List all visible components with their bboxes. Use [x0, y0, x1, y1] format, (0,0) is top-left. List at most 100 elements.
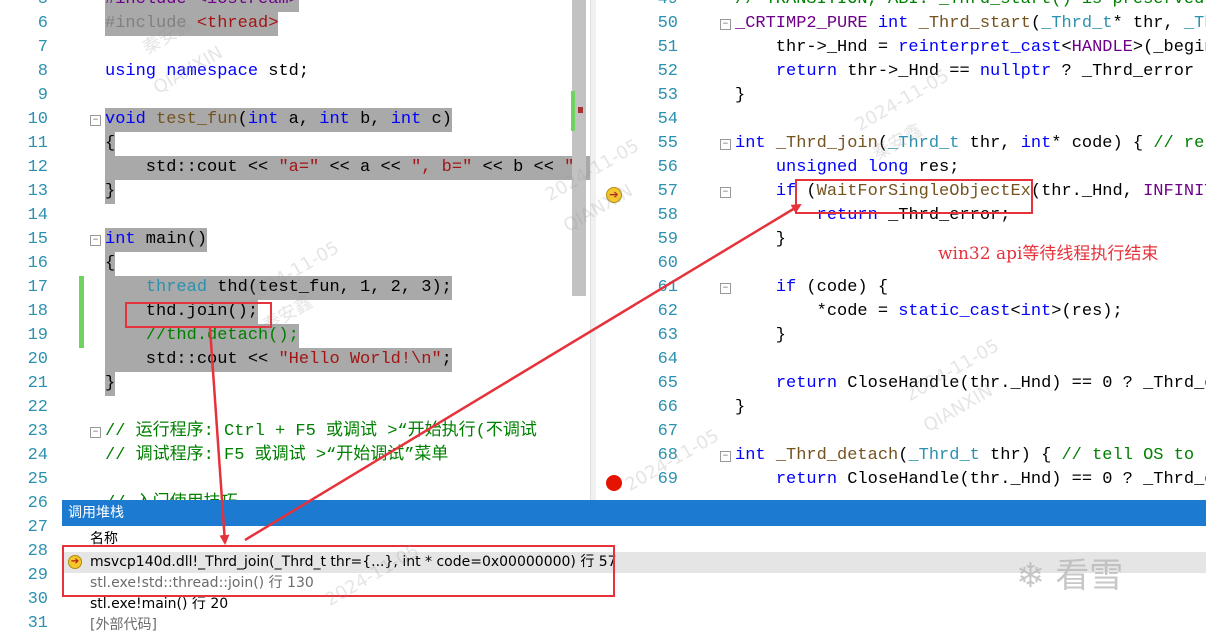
code-line[interactable]: 12 std::cout << "a=" << a << ", b=" << b…: [0, 156, 590, 180]
code-line[interactable]: 53}: [596, 84, 1206, 108]
line-number: 68: [657, 446, 678, 465]
code-line[interactable]: 13}: [0, 180, 590, 204]
current-statement-arrow-icon[interactable]: ➔: [606, 187, 622, 203]
fold-toggle-icon[interactable]: −: [720, 451, 731, 462]
code-line[interactable]: 18 thd.join();: [0, 300, 590, 324]
code-line[interactable]: 5 #include <iostream>: [0, 0, 590, 12]
left-editor-scrollbar[interactable]: [572, 0, 586, 296]
code-token: <thread>: [196, 14, 279, 33]
left-change-marker: [571, 91, 575, 131]
code-line[interactable]: 61 if (code) {−: [596, 276, 1206, 300]
code-line[interactable]: 69 return CloseHandle(thr._Hnd) == 0 ? _…: [596, 468, 1206, 492]
code-line[interactable]: 67: [596, 420, 1206, 444]
code-text: thread thd(test_fun, 1, 2, 3);: [105, 276, 452, 300]
code-token: test_fun: [156, 110, 238, 129]
code-line[interactable]: 14: [0, 204, 590, 228]
code-line[interactable]: 64: [596, 348, 1206, 372]
code-line[interactable]: 49 // TRANSITION, ABI: _Thrd_start() is p…: [596, 0, 1206, 12]
fold-toggle-icon[interactable]: −: [90, 235, 101, 246]
code-token: CloseHandle(thr._Hnd) == 0 ? _Thrd_err: [837, 374, 1206, 393]
line-number: 65: [657, 374, 678, 393]
code-token: thr,: [959, 134, 1021, 153]
fold-toggle-icon[interactable]: −: [90, 427, 101, 438]
call-stack-frame[interactable]: stl.exe!main() 行 20: [62, 594, 1206, 615]
line-number: 25: [27, 470, 48, 489]
code-line[interactable]: 10 void test_fun(int a, int b, int c) −: [0, 108, 590, 132]
code-token: ? _Thrd_error : _: [1061, 62, 1206, 81]
code-line[interactable]: 25: [0, 468, 590, 492]
code-line[interactable]: 50 _CRTIMP2_PURE int _Thrd_start(_Thrd_t*…: [596, 12, 1206, 36]
line-number: 6: [37, 14, 48, 33]
fold-toggle-icon[interactable]: −: [720, 19, 731, 30]
code-line[interactable]: 15 int main() −: [0, 228, 590, 252]
line-number: 11: [27, 134, 48, 153]
code-token: std;: [258, 62, 310, 81]
fold-toggle-icon[interactable]: −: [720, 283, 731, 294]
code-line[interactable]: 66}: [596, 396, 1206, 420]
fold-toggle-icon[interactable]: −: [90, 115, 101, 126]
code-line[interactable]: 51 thr->_Hnd = reinterpret_cast<HANDLE>(…: [596, 36, 1206, 60]
code-line[interactable]: 20 std::cout << "Hello World!\n";: [0, 348, 590, 372]
code-line[interactable]: 8 using namespace std;: [0, 60, 590, 84]
code-token: int: [247, 110, 279, 129]
code-token: a,: [278, 110, 320, 129]
code-token: reinterpret_cast: [898, 38, 1062, 57]
line-number: 49: [596, 0, 678, 12]
join-call-highlight: [125, 302, 272, 328]
code-line[interactable]: 21}: [0, 372, 590, 396]
code-line[interactable]: 11 {: [0, 132, 590, 156]
code-line[interactable]: 19 //thd.detach();: [0, 324, 590, 348]
fold-toggle-icon[interactable]: −: [720, 139, 731, 150]
snowflake-icon: ❄: [1016, 556, 1045, 596]
code-text: using namespace std;: [105, 60, 309, 84]
code-line[interactable]: 68 int _Thrd_detach(_Thrd_t thr) { // tel…: [596, 444, 1206, 468]
code-line[interactable]: 17 thread thd(test_fun, 1, 2, 3);: [0, 276, 590, 300]
code-text: }: [735, 84, 745, 108]
line-number: 22: [27, 398, 48, 417]
kanxue-logo: ❄ 看雪: [1016, 548, 1123, 597]
code-token: >(_begint: [1132, 38, 1206, 57]
call-stack-frame[interactable]: [外部代码]: [62, 615, 1206, 636]
code-token: res;: [908, 158, 960, 177]
code-token: }: [735, 398, 746, 417]
code-text: _CRTIMP2_PURE int _Thrd_start(_Thrd_t* t…: [735, 12, 1206, 36]
code-token: int: [877, 14, 909, 33]
code-token: //thd.detach();: [145, 326, 299, 345]
line-number: 31: [27, 614, 48, 629]
fold-toggle-icon[interactable]: −: [720, 187, 731, 198]
code-line[interactable]: 56 unsigned long res;: [596, 156, 1206, 180]
code-line[interactable]: 7: [0, 36, 590, 60]
code-token: thread: [145, 278, 208, 297]
code-line[interactable]: 6 #include <thread>: [0, 12, 590, 36]
breakpoint-icon[interactable]: [606, 475, 622, 491]
code-line[interactable]: 9: [0, 84, 590, 108]
code-token: <: [1061, 38, 1072, 57]
code-line[interactable]: 55 int _Thrd_join(_Thrd_t thr, int* code)…: [596, 132, 1206, 156]
code-line[interactable]: 63 }: [596, 324, 1206, 348]
code-line[interactable]: 22: [0, 396, 590, 420]
line-number: 58: [657, 206, 678, 225]
code-line[interactable]: 23 // 运行程序: Ctrl + F5 或调试 >“开始执行(不调试 −: [0, 420, 590, 444]
line-number: 50: [657, 14, 678, 33]
code-token: void: [105, 110, 146, 129]
code-text: std::cout << "a=" << a << ", b=" << b <<…: [105, 156, 590, 180]
code-line[interactable]: 52 return thr->_Hnd == nullptr ? _Thrd_e…: [596, 60, 1206, 84]
code-token: (code) {: [796, 278, 889, 297]
code-line[interactable]: 54: [596, 108, 1206, 132]
code-line[interactable]: 24 // 调试程序: F5 或调试 >“开始调试”菜单: [0, 444, 590, 468]
code-token: c): [421, 110, 452, 129]
code-line[interactable]: 65 return CloseHandle(thr._Hnd) == 0 ? _…: [596, 372, 1206, 396]
code-line[interactable]: 16 {: [0, 252, 590, 276]
code-token: int: [735, 446, 766, 465]
code-line[interactable]: 62 *code = static_cast<int>(res);: [596, 300, 1206, 324]
code-text: int _Thrd_detach(_Thrd_t thr) { // tell …: [735, 444, 1206, 468]
call-stack-highlight: [62, 545, 615, 597]
